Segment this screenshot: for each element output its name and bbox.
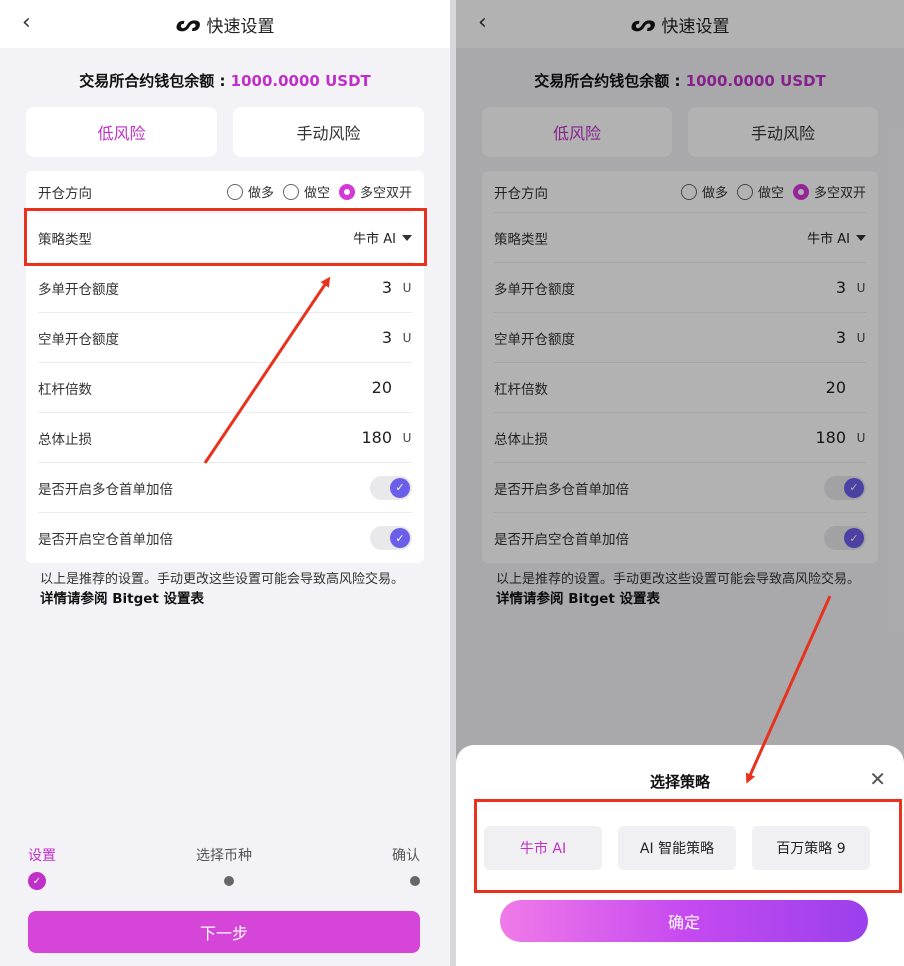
strategy-value: 牛市 AI bbox=[353, 232, 396, 247]
strategy-label: 策略类型 bbox=[38, 231, 92, 248]
radio-long-label: 做多 bbox=[247, 186, 274, 201]
long-double-toggle[interactable]: ✓ bbox=[370, 475, 412, 500]
balance-label: 交易所合约钱包余额 : bbox=[79, 72, 231, 90]
close-icon[interactable]: ✕ bbox=[869, 767, 886, 791]
step-dot bbox=[224, 876, 234, 886]
leverage-input[interactable]: 20 bbox=[372, 378, 392, 397]
right-screen: ‹ ᔕ 快速设置 交易所合约钱包余额 : 1000.0000 USDT 低风险 … bbox=[456, 0, 904, 966]
radio-both-label: 多空双开 bbox=[359, 186, 412, 201]
stop-loss-label: 总体止损 bbox=[38, 431, 92, 448]
strategy-sheet: 选择策略 ✕ 牛市 AI AI 智能策略 百万策略 9 确定 bbox=[456, 745, 904, 966]
page-title: ᔕ 快速设置 bbox=[172, 11, 275, 37]
short-double-toggle[interactable]: ✓ bbox=[370, 526, 412, 550]
check-icon: ✓ bbox=[390, 528, 410, 548]
settings-table-link[interactable]: 详情请参阅 Bitget 设置表 bbox=[40, 590, 410, 610]
direction-label: 开仓方向 bbox=[38, 185, 92, 202]
risk-note: 以上是推荐的设置。手动更改这些设置可能会导致高风险交易。 详情请参阅 Bitge… bbox=[0, 563, 450, 609]
balance-amount: 1000.0000 USDT bbox=[230, 72, 371, 90]
step-settings: 设置 bbox=[28, 848, 56, 864]
radio-short-label: 做空 bbox=[303, 186, 330, 201]
direction-radios: 做多 做空 多空双开 bbox=[223, 182, 412, 201]
option-ai-smart[interactable]: AI 智能策略 bbox=[618, 826, 736, 870]
tab-low-risk[interactable]: 低风险 bbox=[26, 107, 217, 157]
radio-long[interactable] bbox=[226, 183, 243, 200]
leverage-label: 杠杆倍数 bbox=[38, 381, 92, 398]
step-dot-active: ✓ bbox=[28, 872, 46, 890]
stop-loss-unit: U bbox=[402, 430, 412, 445]
long-double-row: 是否开启多仓首单加倍 ✓ bbox=[38, 463, 412, 513]
progress-steps: 设置 选择币种 确认 ✓ bbox=[28, 845, 420, 891]
long-amount-unit: U bbox=[402, 280, 412, 295]
leverage-row: 杠杆倍数 20 bbox=[38, 363, 412, 413]
option-million-9[interactable]: 百万策略 9 bbox=[752, 826, 870, 870]
short-double-row: 是否开启空仓首单加倍 ✓ bbox=[38, 513, 412, 563]
direction-row: 开仓方向 做多 做空 多空双开 bbox=[38, 171, 412, 213]
short-amount-unit: U bbox=[402, 330, 412, 345]
left-screen: ‹ ᔕ 快速设置 交易所合约钱包余额 : 1000.0000 USDT 低风险 … bbox=[0, 0, 450, 966]
step-dot bbox=[410, 876, 420, 886]
radio-short[interactable] bbox=[282, 183, 299, 200]
radio-both[interactable] bbox=[338, 183, 355, 200]
long-amount-input[interactable]: 3 bbox=[382, 278, 392, 297]
caret-down-icon bbox=[402, 234, 412, 241]
page-title-text: 快速设置 bbox=[206, 16, 275, 37]
strategy-options: 牛市 AI AI 智能策略 百万策略 9 bbox=[456, 826, 904, 870]
short-amount-label: 空单开仓额度 bbox=[38, 331, 119, 348]
settings-card: 开仓方向 做多 做空 多空双开 策略类型 牛市 AI 多单开仓额度 3U 空单开… bbox=[26, 171, 424, 563]
long-amount-row: 多单开仓额度 3U bbox=[38, 263, 412, 313]
header: ‹ ᔕ 快速设置 bbox=[0, 0, 450, 48]
short-amount-input[interactable]: 3 bbox=[382, 328, 392, 347]
long-double-label: 是否开启多仓首单加倍 bbox=[38, 481, 173, 498]
tab-manual-risk[interactable]: 手动风险 bbox=[233, 107, 424, 157]
confirm-button[interactable]: 确定 bbox=[500, 900, 868, 942]
long-amount-label: 多单开仓额度 bbox=[38, 281, 119, 298]
sheet-title: 选择策略 bbox=[649, 773, 710, 791]
short-amount-row: 空单开仓额度 3U bbox=[38, 313, 412, 363]
brand-logo-icon: ᔕ bbox=[172, 11, 204, 37]
check-icon: ✓ bbox=[390, 477, 410, 498]
risk-note-text: 以上是推荐的设置。手动更改这些设置可能会导致高风险交易。 bbox=[40, 572, 405, 587]
step-select-coin: 选择币种 bbox=[196, 848, 252, 864]
wallet-balance: 交易所合约钱包余额 : 1000.0000 USDT bbox=[0, 70, 450, 91]
strategy-row[interactable]: 策略类型 牛市 AI bbox=[38, 213, 412, 263]
risk-tabs: 低风险 手动风险 bbox=[0, 107, 450, 157]
short-double-label: 是否开启空仓首单加倍 bbox=[38, 532, 173, 548]
chevron-left-icon[interactable]: ‹ bbox=[22, 10, 31, 35]
option-bull-ai[interactable]: 牛市 AI bbox=[484, 826, 602, 870]
stop-loss-row: 总体止损 180 U bbox=[38, 413, 412, 463]
strategy-select[interactable]: 牛市 AI bbox=[353, 228, 412, 247]
step-confirm: 确认 bbox=[392, 848, 420, 864]
stop-loss-input[interactable]: 180 bbox=[361, 428, 392, 447]
next-button[interactable]: 下一步 bbox=[28, 911, 420, 953]
